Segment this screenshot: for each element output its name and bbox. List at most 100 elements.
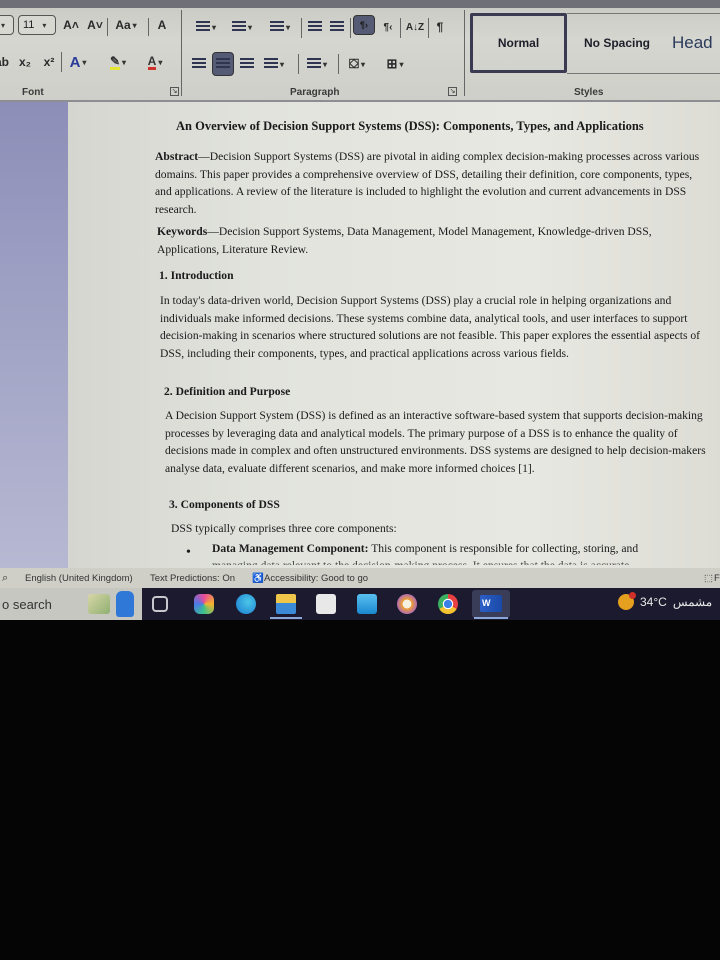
style-no-spacing[interactable]: No Spacing [577,13,657,73]
accessibility-status[interactable]: Accessibility: Good to go [264,573,368,584]
mail-icon[interactable] [357,594,377,614]
task-view-icon[interactable] [152,596,168,612]
copilot-icon[interactable] [194,594,214,614]
word-app-icon[interactable]: W [472,590,510,618]
highlighter-icon: ✎ [109,53,121,70]
multilevel-list-icon [269,21,284,33]
change-case-button[interactable]: Aa ▾ [111,15,141,35]
weather-widget[interactable]: 34°C مشمس [618,592,713,610]
introduction-paragraph: In today's data-driven world, Decision S… [160,294,701,360]
paragraph-dialog-launcher-icon[interactable]: ↘ [448,87,457,96]
divider [107,18,108,36]
highlight-button[interactable]: ✎ ▾ [103,52,133,72]
ltr-text-direction-button[interactable]: ¶› [353,15,375,35]
weather-temperature: 34°C [640,595,667,609]
definition-paragraph: A Decision Support System (DSS) is defin… [165,409,706,475]
focus-mode-icon[interactable]: ⬚ [704,573,713,584]
section-heading-components: 3. Components of DSS [169,498,280,511]
clear-formatting-button[interactable]: A [152,15,172,35]
sort-button[interactable]: A↓Z [404,17,426,37]
microsoft-store-icon[interactable] [316,594,336,614]
edge-icon[interactable] [236,594,256,614]
laptop-bezel-keyboard-area [0,620,720,960]
taskbar-search-box[interactable]: o search [0,588,142,620]
justify-icon [263,58,278,70]
numbering-button[interactable]: ▾ [228,17,256,37]
align-center-button[interactable] [212,52,234,76]
paragraph-group-label: Paragraph [290,87,340,98]
weather-sun-icon [618,592,636,610]
brave-browser-icon[interactable] [397,594,417,614]
text-effects-icon: A [69,53,81,71]
borders-button[interactable]: ⊞ ▾ [380,54,410,74]
bullet-list-icon [195,21,210,33]
status-bar: ⌕ English (United Kingdom) Text Predicti… [0,568,720,588]
word-active-indicator [474,617,508,619]
paragraph-group: ▾ ▾ ▾ ¶› ¶‹ A↓Z ¶ ▾ ▾ ⛋ ▾ ⊞ ▾ Paragraph ↘ [184,10,462,100]
text-effects-button[interactable]: A ▾ [64,52,92,72]
keywords-paragraph: Keywords—Decision Support Systems, Data … [157,223,702,258]
align-center-icon [216,58,230,70]
styles-gallery-border [567,73,720,74]
show-formatting-marks-button[interactable]: ¶ [432,17,448,37]
bullet-data-management: Data Management Component: This componen… [212,540,712,557]
decrease-indent-icon [308,21,322,33]
section-heading-definition: 2. Definition and Purpose [164,385,291,398]
align-left-icon [192,58,206,70]
shading-button[interactable]: ⛋ ▾ [342,54,372,74]
line-spacing-icon [306,58,321,70]
style-normal[interactable]: Normal [470,13,567,73]
text-predictions-status[interactable]: Text Predictions: On [150,573,235,584]
multilevel-list-button[interactable]: ▾ [266,17,294,37]
align-right-icon [240,58,254,70]
increase-indent-button[interactable] [328,17,346,37]
align-right-button[interactable] [238,54,256,74]
abstract-text: —Decision Support Systems (DSS) are pivo… [155,150,700,216]
font-size-dropdown[interactable]: 11 ▾ [18,15,56,35]
abstract-label: Abstract [155,150,199,163]
word-logo-icon: W [480,595,502,612]
numbered-list-icon [231,21,246,33]
group-divider [181,10,182,96]
file-explorer-icon[interactable] [276,594,296,614]
font-dialog-launcher-icon[interactable]: ↘ [170,87,179,96]
font-color-button[interactable]: A ▾ [140,52,170,72]
ribbon: ▾ 11▾ A˄ A˅ Aa▾ A ab x₂ x² A▾ ✎▾ A▾ Font… [0,0,720,102]
file-explorer-active-indicator [270,617,302,619]
document-page[interactable]: An Overview of Decision Support Systems … [68,102,720,568]
font-group: ▾ 11▾ A˄ A˅ Aa▾ A ab x₂ x² A▾ ✎▾ A▾ Font… [0,10,180,100]
divider [350,18,351,38]
strikethrough-button[interactable]: ab [0,52,9,72]
bullets-button[interactable]: ▾ [192,17,220,37]
ribbon-tab-strip [0,0,720,8]
chrome-icon[interactable] [438,594,458,614]
superscript-button[interactable]: x² [40,52,58,72]
rtl-text-direction-button[interactable]: ¶‹ [379,17,397,37]
divider [400,18,401,38]
font-name-dropdown[interactable]: ▾ [0,15,14,35]
borders-grid-icon: ⊞ [386,56,398,71]
focus-label[interactable]: F [714,573,720,584]
grow-font-button[interactable]: A˄ [62,15,80,35]
language-status[interactable]: English (United Kingdom) [25,573,133,584]
divider [301,18,302,38]
weather-description: مشمس [672,595,713,609]
decrease-indent-button[interactable] [306,17,324,37]
clear-formatting-icon: A [157,18,167,32]
bullet-label: Data Management Component: [212,542,369,555]
document-canvas: An Overview of Decision Support Systems … [0,102,720,568]
section-heading-introduction: 1. Introduction [159,269,234,282]
search-label: o search [2,596,52,612]
divider [298,54,299,74]
line-spacing-button[interactable]: ▾ [302,54,332,74]
subscript-button[interactable]: x₂ [16,52,34,72]
divider [61,52,62,72]
search-highlight-icon [88,594,110,614]
justify-button[interactable]: ▾ [260,54,288,74]
backpack-icon [116,591,134,617]
proofing-icon[interactable]: ⌕ [2,572,8,585]
style-heading[interactable]: Head [672,13,720,73]
shrink-font-button[interactable]: A˅ [86,15,104,35]
align-left-button[interactable] [190,54,208,74]
font-color-icon: A [147,53,157,70]
